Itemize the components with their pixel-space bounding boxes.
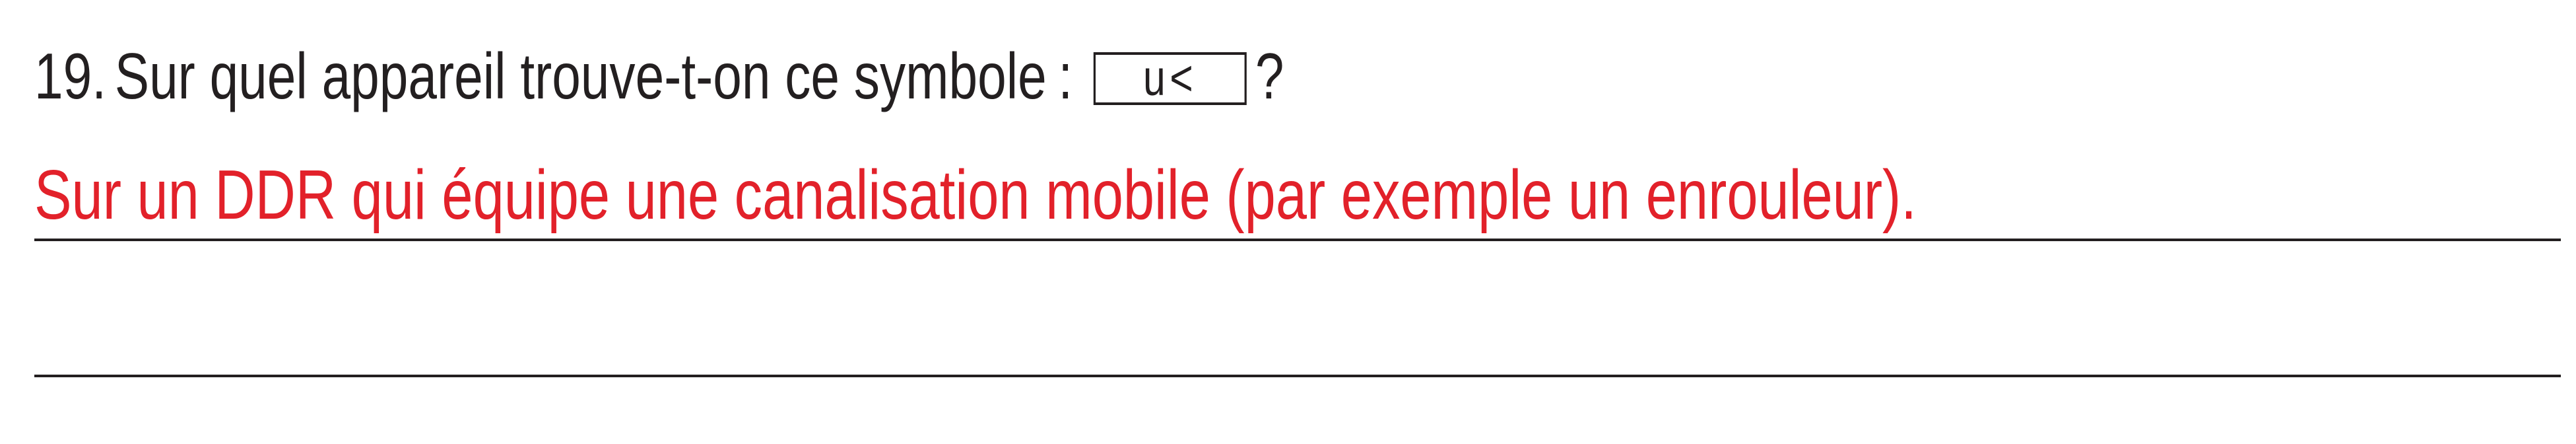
answer-line-2: [34, 375, 2561, 377]
question-mark: ?: [1255, 40, 1284, 112]
question-number: 19.: [34, 40, 106, 112]
symbol-box: u<: [1094, 52, 1247, 105]
question-line: 19. Sur quel appareil trouve-t-on ce sym…: [34, 33, 1284, 119]
answer-text: Sur un DDR qui équipe une canalisation m…: [34, 156, 1917, 234]
question-text: Sur quel appareil trouve-t-on ce symbole: [114, 40, 1047, 112]
question-colon: :: [1058, 40, 1073, 112]
answer-line-1: [34, 239, 2561, 241]
